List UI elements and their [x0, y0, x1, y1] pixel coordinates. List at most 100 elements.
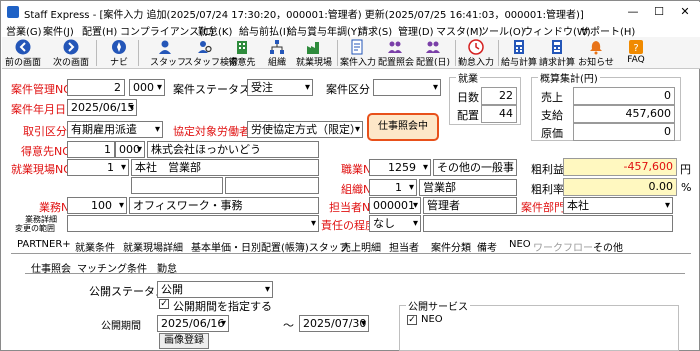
gross-rate-label: 粗利率	[531, 183, 564, 196]
transaction-type-select[interactable]: 有期雇用派遣	[67, 121, 163, 138]
tab-case-class[interactable]: 案件分類	[431, 239, 471, 254]
bell-icon	[590, 41, 602, 55]
responsibility-select[interactable]: なし	[369, 215, 421, 232]
close-button[interactable]: ✕	[672, 4, 698, 20]
staff-button[interactable]: スタッフ	[150, 37, 186, 69]
staff-search-button[interactable]: スタッフ検索	[184, 37, 238, 69]
tab-other[interactable]: その他	[593, 239, 623, 254]
gross-profit-value: -457,600	[563, 158, 677, 176]
worksite-no-label: 就業現場NO	[11, 163, 72, 176]
menu-item-placement[interactable]: 配置(H)	[82, 23, 117, 38]
forward-button[interactable]: 次の画面	[52, 37, 90, 69]
sales-label: 売上	[541, 91, 563, 104]
worksite-no-select[interactable]: 1	[67, 159, 129, 176]
org-no-select[interactable]: 1	[369, 179, 417, 196]
case-date-input[interactable]: 2025/06/15	[67, 99, 137, 116]
menu-item-master[interactable]: マスタ(M)	[436, 23, 482, 38]
sales-value: 0	[573, 87, 675, 105]
person-search-icon	[198, 41, 212, 53]
menu-item-billing[interactable]: 請求(S)	[358, 23, 392, 38]
subtab-matching[interactable]: マッチング条件	[77, 260, 147, 275]
image-register-button[interactable]: 画像登録	[159, 333, 209, 349]
publish-status-select[interactable]: 公開	[157, 281, 273, 298]
publish-period-separator: ～	[283, 319, 294, 332]
tab-partner[interactable]: PARTNER+	[17, 239, 71, 250]
attendance-button[interactable]: 勤怠入力	[458, 37, 494, 69]
back-button[interactable]: 前の画面	[4, 37, 42, 69]
job-input-button[interactable]: 案件入力	[340, 37, 376, 69]
case-status-select[interactable]: 受注	[247, 79, 313, 96]
tab-unit-price[interactable]: 基本単価・日別配置(帳簿)スタッフ	[191, 239, 349, 254]
client-name-field[interactable]: 株式会社ほっかいどう	[147, 141, 319, 158]
case-category-select[interactable]	[373, 79, 441, 96]
person-name-field[interactable]: 管理者	[423, 197, 517, 214]
responsibility-detail-field[interactable]	[423, 215, 673, 232]
case-dept-select[interactable]: 本社	[563, 197, 673, 214]
case-mgmt-input[interactable]: 2	[67, 79, 125, 96]
notice-button[interactable]: お知らせ	[578, 37, 614, 69]
tab-neo[interactable]: NEO	[509, 239, 531, 250]
menu-item-admin[interactable]: 管理(D)	[398, 23, 434, 38]
worksite-name-field[interactable]: 本社 営業部	[131, 159, 319, 176]
publish-period-from[interactable]: 2025/06/16	[157, 315, 229, 332]
duty-detail-select[interactable]	[67, 215, 319, 232]
minimize-button[interactable]: —	[620, 4, 646, 20]
payment-label: 支給	[541, 109, 563, 122]
menu-item-support[interactable]: サポート(H)	[580, 23, 635, 38]
job-type-no-select[interactable]: 1259	[369, 159, 431, 176]
publish-status-label: 公開ステータス	[89, 285, 166, 298]
worksite-button[interactable]: 就業現場	[296, 37, 332, 69]
gross-rate-value: 0.00	[563, 178, 677, 196]
app-window: Staff Express - [案件入力 追加(2025/07/24 17:3…	[0, 0, 700, 351]
publish-period-to[interactable]: 2025/07/30	[299, 315, 369, 332]
menu-item-tools[interactable]: ツール(O)	[479, 23, 525, 38]
days-value: 22	[481, 87, 517, 105]
nav-button[interactable]: ナビ	[106, 37, 132, 69]
menu-item-sales[interactable]: 営業(G)	[6, 23, 42, 38]
duty-no-select[interactable]: 100	[67, 197, 127, 214]
worksite-extra-field-2[interactable]	[225, 177, 319, 194]
case-dept-label: 案件部門	[521, 201, 565, 214]
menu-item-attendance[interactable]: 勤怠(K)	[198, 23, 232, 38]
org-chart-icon	[270, 40, 284, 54]
tab-person[interactable]: 担当者	[389, 239, 419, 254]
service-neo-checkbox[interactable]: ✓	[407, 315, 417, 325]
menu-item-payroll[interactable]: 給与賞与年調(Y)	[287, 23, 361, 38]
subtab-job-inquiry[interactable]: 仕事照会	[31, 260, 71, 275]
worksite-extra-field-1[interactable]	[131, 177, 223, 194]
tab-bar: PARTNER+ 就業条件 就業現場詳細 基本単価・日別配置(帳簿)スタッフ 売…	[11, 238, 691, 254]
client-branch-select[interactable]: 000	[115, 141, 145, 158]
tab-sales-detail[interactable]: 売上明細	[341, 239, 381, 254]
org-name-field[interactable]: 営業部	[419, 179, 517, 196]
person-no-select[interactable]: 000001	[369, 197, 421, 214]
tab-conditions[interactable]: 就業条件	[75, 239, 115, 254]
subtab-attendance[interactable]: 勤怠	[157, 260, 177, 275]
tab-notes[interactable]: 備考	[477, 239, 497, 254]
placement-button[interactable]: 配置(日)	[416, 37, 450, 69]
agreement-label: 協定対象労働者	[173, 125, 250, 138]
menu-item-case[interactable]: 案件(J)	[43, 23, 74, 38]
case-mgmt-branch-select[interactable]: 000	[129, 79, 165, 96]
maximize-button[interactable]: ☐	[646, 4, 672, 20]
job-type-name-field[interactable]: その他の一般事	[433, 159, 517, 176]
payroll-calc-button[interactable]: 給与計算	[501, 37, 537, 69]
tab-worksite-detail[interactable]: 就業現場詳細	[123, 239, 183, 254]
publish-period-label: 公開期間	[101, 321, 141, 332]
org-button[interactable]: 組織	[264, 37, 290, 69]
menu-item-prepay[interactable]: 給与前払(I)	[239, 23, 290, 38]
document-icon	[351, 39, 363, 55]
job-inquiry-button[interactable]: 仕事照会中	[367, 113, 439, 141]
duty-name-field[interactable]: オフィスワーク・事務	[129, 197, 319, 214]
publish-period-checkbox[interactable]: ✓	[159, 299, 169, 309]
agreement-select[interactable]: 労使協定方式（限定）	[247, 121, 363, 138]
placement-inquiry-button[interactable]: 配置照会	[378, 37, 414, 69]
client-button[interactable]: 得意先	[228, 37, 256, 69]
days-label: 日数	[457, 91, 479, 104]
menu-bar: 営業(G) 案件(J) 配置(H) コンプライアンス(C) 勤怠(K) 給与前払…	[2, 22, 700, 38]
faq-button[interactable]: ? FAQ	[622, 37, 650, 69]
gross-profit-label: 粗利益	[531, 163, 564, 176]
billing-calc-button[interactable]: 請求計算	[539, 37, 575, 69]
building-icon	[237, 41, 247, 54]
client-no-input[interactable]: 1	[67, 141, 115, 158]
tab-workflow[interactable]: ワークフロー	[533, 239, 593, 254]
